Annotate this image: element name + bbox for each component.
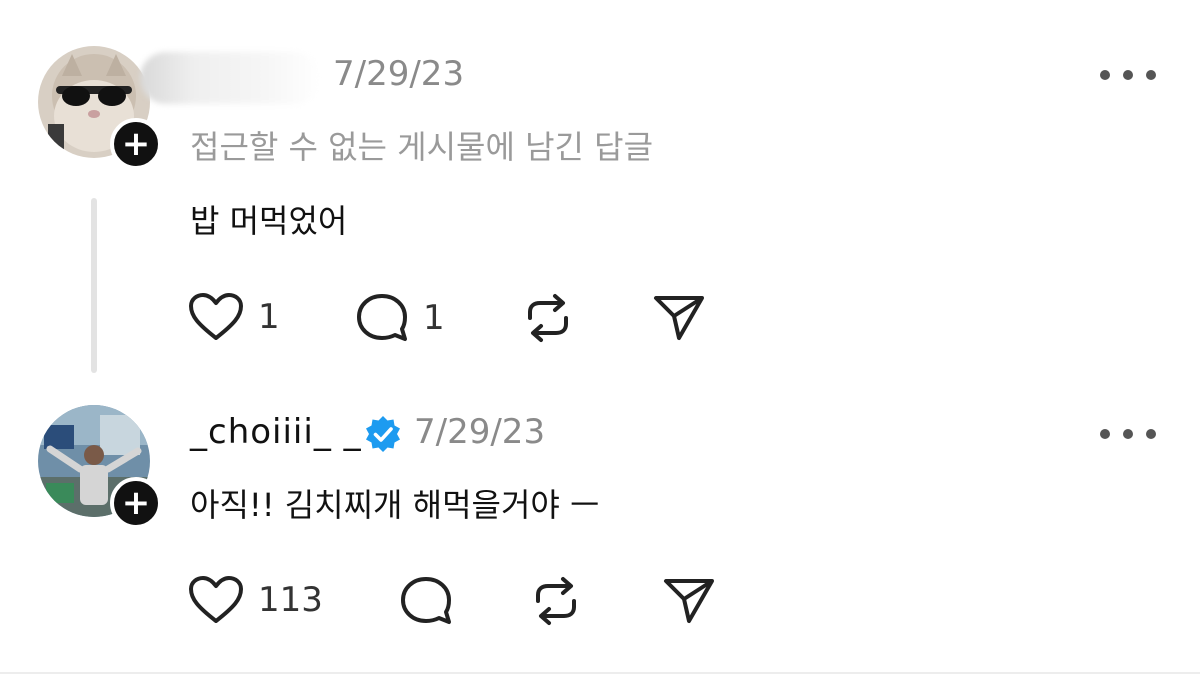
- share-button[interactable]: [652, 292, 706, 342]
- username-redacted: [140, 52, 320, 104]
- heart-icon: [189, 293, 243, 340]
- post-timestamp: 7/29/23: [333, 54, 465, 94]
- post-timestamp: 7/29/23: [414, 412, 546, 452]
- verified-badge-icon: [366, 416, 400, 452]
- share-button[interactable]: [662, 575, 716, 625]
- reply-button[interactable]: 1: [355, 292, 445, 344]
- heart-icon: [189, 576, 243, 623]
- comment-icon: [401, 577, 451, 624]
- like-count: 1: [258, 297, 280, 337]
- like-count: 113: [258, 580, 323, 620]
- send-icon: [654, 296, 704, 340]
- reply-context-note: 접근할 수 없는 게시물에 남긴 답글: [190, 128, 654, 166]
- post-body: 밥 머먹었어: [190, 202, 348, 240]
- repost-button[interactable]: [530, 575, 582, 627]
- like-button[interactable]: 1: [188, 292, 280, 342]
- send-icon: [664, 579, 714, 623]
- follow-plus-button[interactable]: +: [110, 118, 162, 170]
- follow-plus-button[interactable]: +: [110, 477, 162, 529]
- more-options-icon[interactable]: [1100, 424, 1156, 444]
- comment-icon: [357, 294, 407, 341]
- like-button[interactable]: 113: [188, 575, 323, 625]
- more-options-icon[interactable]: [1100, 65, 1156, 85]
- repost-icon: [536, 577, 576, 625]
- divider: [0, 672, 1200, 674]
- repost-icon: [528, 294, 568, 342]
- reply-button[interactable]: [399, 575, 453, 627]
- thread-line: [91, 198, 97, 373]
- username[interactable]: _choiiii_ _: [190, 412, 362, 452]
- reply-count: 1: [423, 298, 445, 338]
- post-body: 아직!! 김치찌개 해먹을거야 ㅡ: [190, 486, 600, 524]
- repost-button[interactable]: [522, 292, 574, 344]
- thread-view: + 7/29/23 접근할 수 없는 게시물에 남긴 답글 밥 머먹었어 1 1: [0, 0, 1200, 678]
